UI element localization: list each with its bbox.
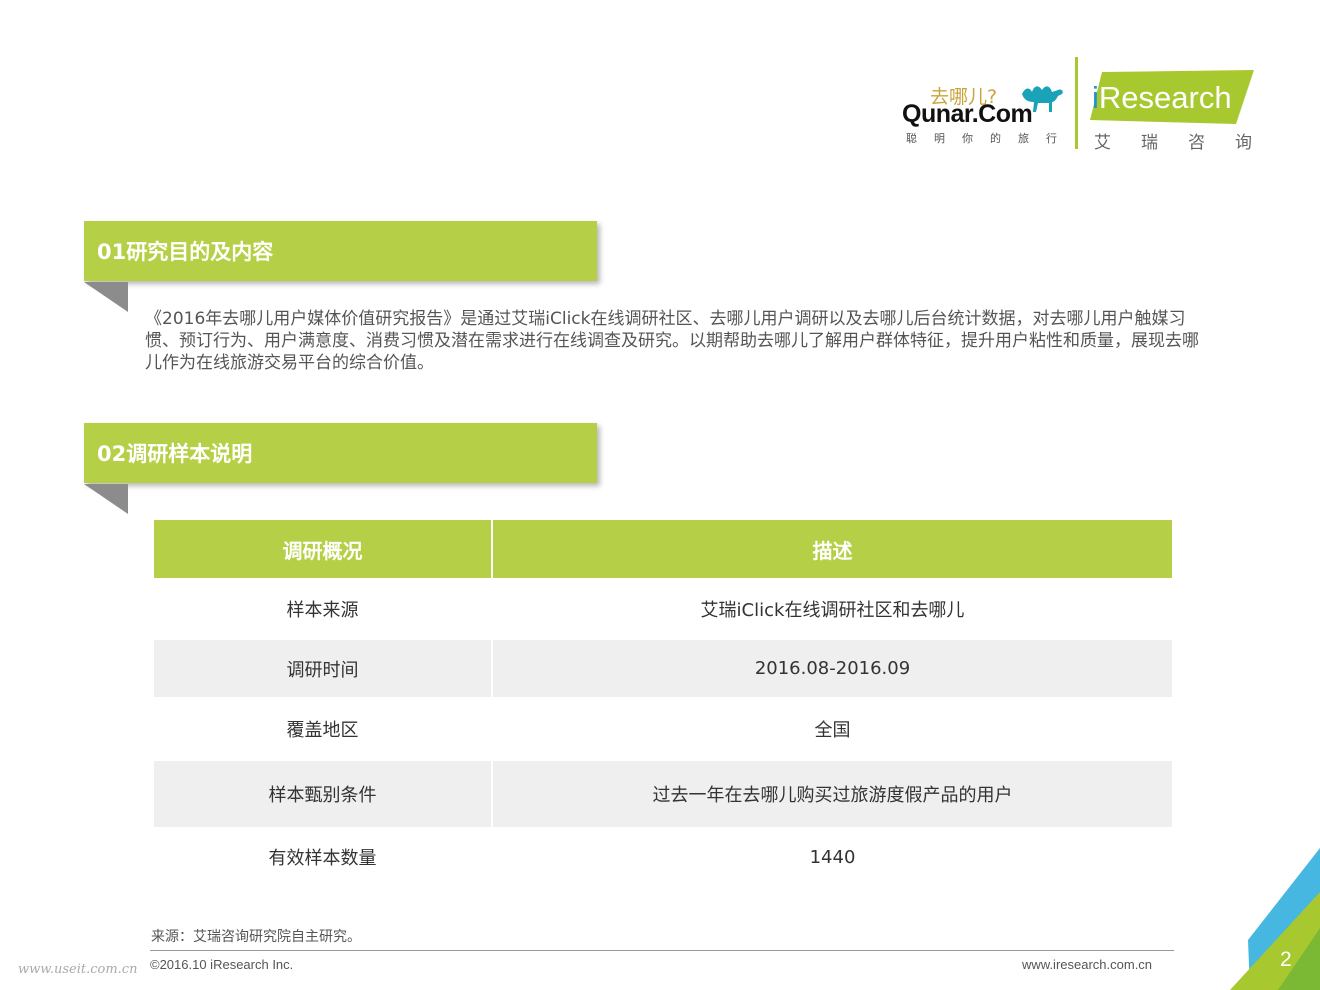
- table-header-overview: 调研概况: [154, 520, 491, 578]
- table-cell-value: 全国: [814, 720, 851, 741]
- iresearch-logo-research: Research: [1098, 80, 1232, 115]
- section-2-header: 02调研样本说明: [84, 423, 597, 483]
- table-row: 调研时间 2016.08-2016.09: [154, 640, 1172, 697]
- section-1-fold-shadow: [84, 282, 128, 312]
- iresearch-logo-cn: 艾瑞咨询: [1094, 133, 1282, 153]
- table-cell-label: 样本甄别条件: [154, 761, 491, 827]
- website-link[interactable]: www.iresearch.com.cn: [1022, 957, 1152, 972]
- table-row: 有效样本数量 1440: [154, 827, 1172, 887]
- qunar-logo: 去哪儿? Qunar.Com 聪明你的旅行: [900, 78, 1070, 148]
- sample-table: 调研概况 描述 样本来源 艾瑞iClick在线调研社区和去哪儿 调研时间 201…: [154, 520, 1172, 887]
- section-1-header: 01研究目的及内容: [84, 221, 597, 281]
- table-header-description: 描述: [493, 520, 1172, 578]
- page-number: 2: [1280, 948, 1292, 971]
- section-1-body: 《2016年去哪儿用户媒体价值研究报告》是通过艾瑞iClick在线调研社区、去哪…: [145, 309, 1199, 373]
- table-cell-label: 调研时间: [154, 640, 491, 697]
- iresearch-logo-i: i: [1092, 80, 1099, 115]
- table-row: 样本甄别条件 过去一年在去哪儿购买过旅游度假产品的用户: [154, 761, 1172, 827]
- corner-decoration: [1230, 848, 1320, 990]
- table-cell-value: 2016.08-2016.09: [493, 640, 1172, 697]
- section-1-title: 01研究目的及内容: [97, 240, 274, 264]
- table-cell-label: 样本来源: [286, 600, 359, 621]
- section-2-title: 02调研样本说明: [97, 442, 253, 466]
- qunar-logo-en: Qunar.Com: [902, 100, 1033, 128]
- table-cell-label: 覆盖地区: [286, 720, 359, 741]
- iresearch-logo-text: iResearch: [1092, 80, 1232, 116]
- iresearch-logo: iResearch 艾瑞咨询: [1090, 68, 1260, 158]
- section-2-fold-shadow: [84, 484, 128, 514]
- table-row: 覆盖地区 全国: [154, 697, 1172, 761]
- logo-divider: [1075, 57, 1078, 149]
- footer-divider: [150, 950, 1174, 951]
- table-row: 样本来源 艾瑞iClick在线调研社区和去哪儿: [154, 578, 1172, 640]
- table-header-row: 调研概况 描述: [154, 520, 1172, 578]
- qunar-slogan: 聪明你的旅行: [906, 132, 1074, 145]
- table-cell-value: 过去一年在去哪儿购买过旅游度假产品的用户: [493, 761, 1172, 827]
- copyright: ©2016.10 iResearch Inc.: [150, 957, 294, 972]
- table-cell-label: 有效样本数量: [268, 848, 377, 869]
- source-note: 来源：艾瑞咨询研究院自主研究。: [151, 929, 361, 945]
- watermark: www.useit.com.cn: [18, 962, 138, 977]
- table-cell-value: 艾瑞iClick在线调研社区和去哪儿: [700, 600, 965, 621]
- table-cell-value: 1440: [809, 846, 856, 868]
